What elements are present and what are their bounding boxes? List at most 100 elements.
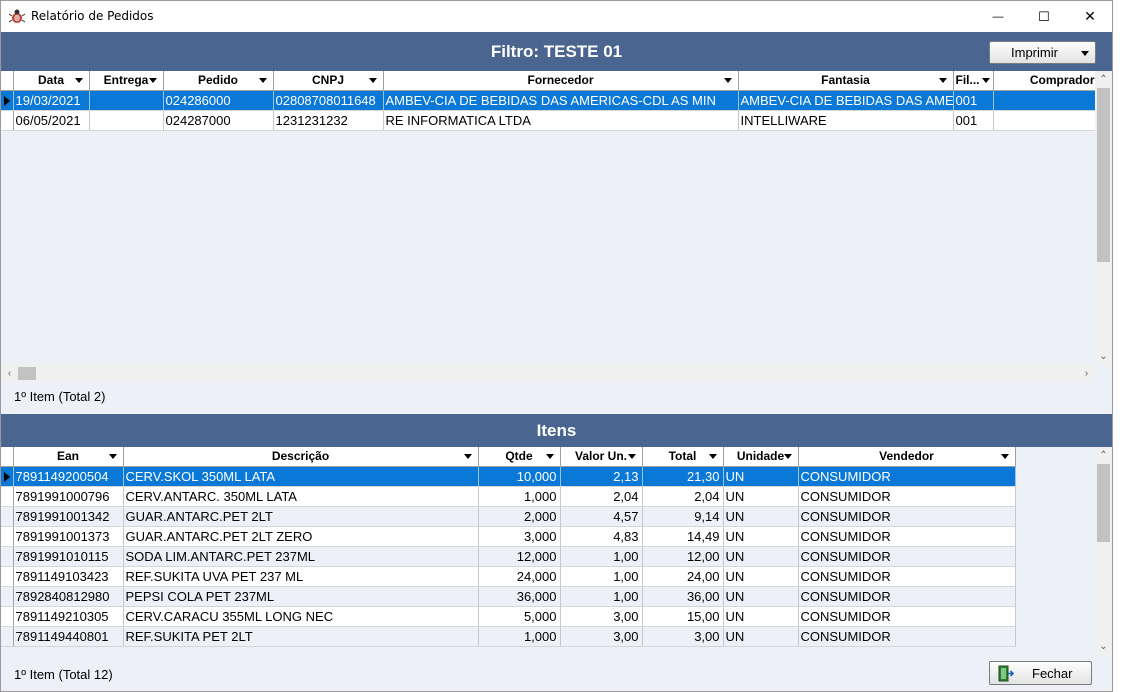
item-cell-descricao[interactable]: REF.SUKITA PET 2LT [123,626,479,647]
item-cell-descricao[interactable]: CERV.CARACU 355ML LONG NEC [123,606,479,627]
item-cell-vendedor[interactable]: CONSUMIDOR [798,566,1016,587]
order-cell-comprador[interactable] [993,110,1095,131]
item-cell-descricao[interactable]: SODA LIM.ANTARC.PET 237ML [123,546,479,567]
sort-arrow-icon[interactable] [258,78,267,83]
item-cell-qtde[interactable]: 36,000 [478,586,561,607]
item-cell-descricao[interactable]: PEPSI COLA PET 237ML [123,586,479,607]
item-cell-valor-un[interactable]: 1,00 [560,586,643,607]
item-cell-descricao[interactable]: GUAR.ANTARC.PET 2LT [123,506,479,527]
item-cell-unidade[interactable]: UN [723,546,799,567]
item-cell-valor-un[interactable]: 1,00 [560,546,643,567]
item-cell-unidade[interactable]: UN [723,526,799,547]
print-button[interactable]: Imprimir [989,41,1096,64]
scroll-left-icon[interactable]: ‹ [1,365,18,382]
item-cell-descricao[interactable]: REF.SUKITA UVA PET 237 ML [123,566,479,587]
item-row[interactable]: 7891149440801 REF.SUKITA PET 2LT 1,000 3… [1,626,1016,647]
item-cell-ean[interactable]: 7891149210305 [13,606,124,627]
item-row[interactable]: 7891149210305 CERV.CARACU 355ML LONG NEC… [1,606,1016,627]
column-header-valor-un[interactable]: Valor Un. [560,447,643,467]
item-cell-vendedor[interactable]: CONSUMIDOR [798,506,1016,527]
item-cell-total[interactable]: 21,30 [642,466,724,487]
item-cell-total[interactable]: 24,00 [642,566,724,587]
item-row[interactable]: 7891991010115 SODA LIM.ANTARC.PET 237ML … [1,546,1016,567]
order-cell-fornecedor[interactable]: AMBEV-CIA DE BEBIDAS DAS AMERICAS-CDL AS… [383,90,739,111]
orders-grid[interactable]: Data Entrega Pedido CNPJ Fornecedor Fant… [1,71,1095,365]
item-cell-unidade[interactable]: UN [723,466,799,487]
item-cell-total[interactable]: 14,49 [642,526,724,547]
item-cell-qtde[interactable]: 1,000 [478,626,561,647]
sort-arrow-icon[interactable] [545,454,554,459]
item-cell-valor-un[interactable]: 2,13 [560,466,643,487]
item-cell-total[interactable]: 15,00 [642,606,724,627]
item-row[interactable]: 7892840812980 PEPSI COLA PET 237ML 36,00… [1,586,1016,607]
sort-arrow-icon[interactable] [108,454,117,459]
scroll-up-icon[interactable]: ⌃ [1095,447,1112,464]
column-header-filial[interactable]: Fil... [953,71,994,91]
item-row[interactable]: 7891991000796 CERV.ANTARC. 350ML LATA 1,… [1,486,1016,507]
sort-arrow-icon[interactable] [708,454,717,459]
item-cell-vendedor[interactable]: CONSUMIDOR [798,466,1016,487]
item-cell-vendedor[interactable]: CONSUMIDOR [798,606,1016,627]
item-cell-qtde[interactable]: 12,000 [478,546,561,567]
close-window-button[interactable]: ✕ [1067,1,1112,32]
sort-arrow-icon[interactable] [938,78,947,83]
order-cell-pedido[interactable]: 024286000 [163,90,274,111]
item-cell-qtde[interactable]: 5,000 [478,606,561,627]
item-cell-unidade[interactable]: UN [723,486,799,507]
minimize-button[interactable]: — [975,1,1021,32]
item-cell-vendedor[interactable]: CONSUMIDOR [798,586,1016,607]
order-row[interactable]: 19/03/2021 024286000 02808708011648 AMBE… [1,90,1095,111]
sort-arrow-icon[interactable] [463,454,472,459]
column-header-ean[interactable]: Ean [13,447,124,467]
items-vertical-scrollbar[interactable]: ⌃ ⌄ [1095,447,1112,655]
order-cell-cnpj[interactable]: 02808708011648 [273,90,384,111]
item-cell-valor-un[interactable]: 3,00 [560,606,643,627]
scroll-down-icon[interactable]: ⌄ [1095,348,1112,365]
item-cell-descricao[interactable]: CERV.ANTARC. 350ML LATA [123,486,479,507]
orders-vertical-scrollbar[interactable]: ⌃ ⌄ [1095,71,1112,365]
sort-arrow-icon[interactable] [783,454,792,459]
order-cell-pedido[interactable]: 024287000 [163,110,274,131]
column-header-comprador[interactable]: Comprador [993,71,1095,91]
item-cell-descricao[interactable]: GUAR.ANTARC.PET 2LT ZERO [123,526,479,547]
column-header-fantasia[interactable]: Fantasia [738,71,954,91]
scroll-thumb[interactable] [1097,464,1110,542]
order-cell-fornecedor[interactable]: RE INFORMATICA LTDA [383,110,739,131]
item-cell-vendedor[interactable]: CONSUMIDOR [798,546,1016,567]
scroll-thumb[interactable] [1097,88,1110,262]
item-cell-total[interactable]: 12,00 [642,546,724,567]
orders-horizontal-scrollbar[interactable]: ‹ › [1,365,1095,382]
scroll-right-icon[interactable]: › [1078,365,1095,382]
column-header-unidade[interactable]: Unidade [723,447,799,467]
item-cell-vendedor[interactable]: CONSUMIDOR [798,486,1016,507]
order-cell-cnpj[interactable]: 1231231232 [273,110,384,131]
item-cell-total[interactable]: 9,14 [642,506,724,527]
item-cell-valor-un[interactable]: 4,83 [560,526,643,547]
item-cell-qtde[interactable]: 24,000 [478,566,561,587]
item-cell-unidade[interactable]: UN [723,626,799,647]
title-bar[interactable]: Relatório de Pedidos — ☐ ✕ [1,1,1112,32]
item-cell-valor-un[interactable]: 3,00 [560,626,643,647]
item-cell-ean[interactable]: 7891149440801 [13,626,124,647]
item-cell-qtde[interactable]: 2,000 [478,506,561,527]
item-cell-descricao[interactable]: CERV.SKOL 350ML LATA [123,466,479,487]
item-cell-unidade[interactable]: UN [723,506,799,527]
order-cell-fantasia[interactable]: INTELLIWARE [738,110,954,131]
column-header-pedido[interactable]: Pedido [163,71,274,91]
order-cell-data[interactable]: 19/03/2021 [13,90,90,111]
order-cell-comprador[interactable] [993,90,1095,111]
item-cell-ean[interactable]: 7891991010115 [13,546,124,567]
order-row[interactable]: 06/05/2021 024287000 1231231232 RE INFOR… [1,110,1095,131]
order-cell-data[interactable]: 06/05/2021 [13,110,90,131]
item-cell-qtde[interactable]: 3,000 [478,526,561,547]
item-cell-total[interactable]: 3,00 [642,626,724,647]
item-cell-unidade[interactable]: UN [723,606,799,627]
order-cell-entrega[interactable] [89,90,164,111]
item-cell-vendedor[interactable]: CONSUMIDOR [798,526,1016,547]
order-cell-entrega[interactable] [89,110,164,131]
item-cell-valor-un[interactable]: 1,00 [560,566,643,587]
scroll-up-icon[interactable]: ⌃ [1095,71,1112,88]
item-cell-qtde[interactable]: 1,000 [478,486,561,507]
item-cell-ean[interactable]: 7891991001373 [13,526,124,547]
item-cell-total[interactable]: 36,00 [642,586,724,607]
